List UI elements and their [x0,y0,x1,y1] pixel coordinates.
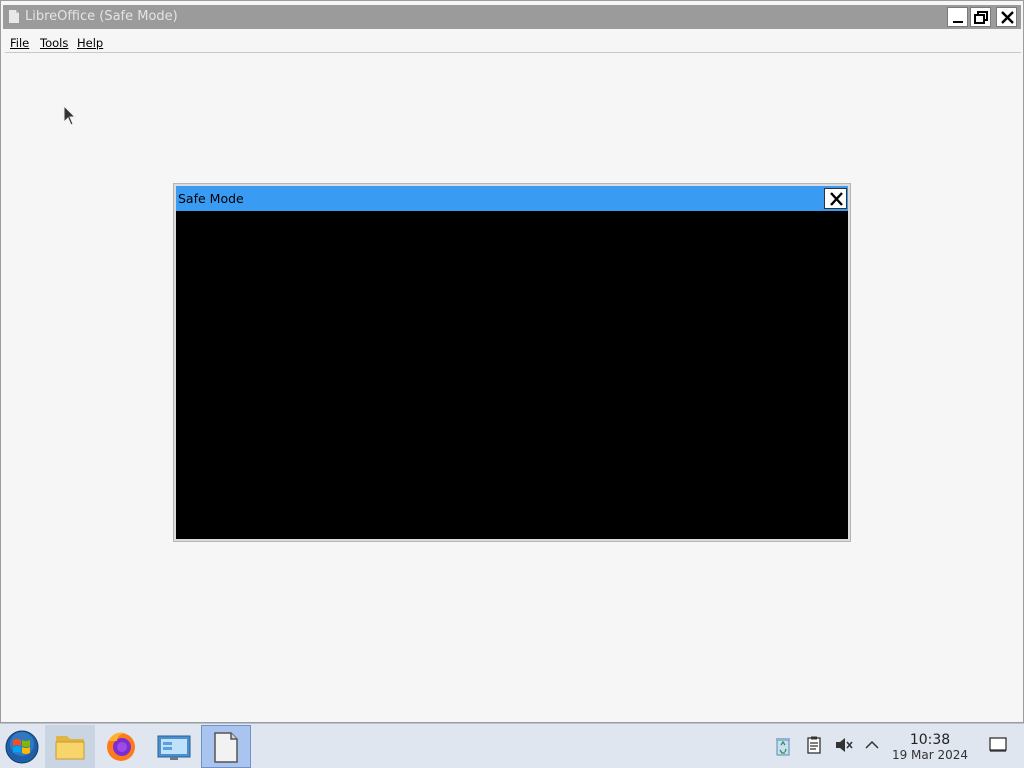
recycle-bin-icon[interactable] [775,736,791,756]
dialog-content-area [176,211,848,539]
close-icon [1001,11,1014,24]
mouse-cursor-icon [63,105,77,126]
minimize-icon [953,21,963,23]
menu-file-label: File [10,36,30,50]
close-icon [830,192,843,206]
taskbar-firefox[interactable] [97,725,147,768]
dialog-titlebar[interactable]: Safe Mode [176,186,848,211]
windows-orb-icon [5,730,39,764]
clipboard-icon[interactable] [806,736,822,754]
folder-icon [55,736,85,760]
chevron-up-icon[interactable] [864,736,880,754]
clock-time[interactable]: 10:38 [890,732,970,748]
dialog-title: Safe Mode [178,191,244,206]
dialog-close-button[interactable] [824,188,847,209]
restore-button[interactable] [970,7,991,27]
monitor-icon [157,735,191,760]
window-title: LibreOffice (Safe Mode) [25,9,178,24]
document-icon [9,10,19,23]
minimize-button[interactable] [947,7,968,27]
safe-mode-dialog: Safe Mode [173,183,851,542]
menu-tools-label: Tools [40,36,69,50]
clock-date[interactable]: 19 Mar 2024 [884,748,976,762]
show-desktop-icon[interactable] [989,737,1007,753]
firefox-icon [107,732,135,761]
close-button[interactable] [996,7,1017,27]
menu-help-label: Help [77,36,104,50]
document-icon [214,732,238,763]
taskbar: 10:38 19 Mar 2024 [0,723,1024,768]
start-button[interactable] [0,725,50,768]
taskbar-file-manager[interactable] [45,725,95,768]
taskbar-control-panel[interactable] [149,725,199,768]
restore-icon [974,11,988,24]
menu-bar: File Tools Help [5,34,1021,53]
taskbar-libreoffice[interactable] [201,725,251,768]
menu-tools[interactable]: Tools [40,36,68,50]
window-titlebar[interactable]: LibreOffice (Safe Mode) [3,5,1021,29]
menu-file[interactable]: File [10,36,29,50]
menu-help[interactable]: Help [77,36,103,50]
muted-speaker-icon[interactable] [835,736,853,754]
